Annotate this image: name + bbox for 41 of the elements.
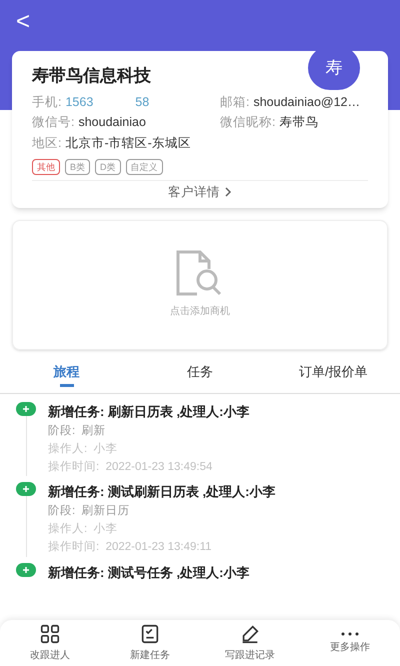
- field-value: shoudainiao: [78, 114, 146, 132]
- tab[interactable]: 订单/报价单: [266, 362, 400, 393]
- event-detail: 操作时间: 2022-01-23 13:49:54: [48, 460, 214, 475]
- event-detail: 操作人: 小李: [48, 522, 119, 537]
- plus-icon: [16, 402, 36, 416]
- more-icon: [339, 631, 361, 637]
- chevron-right-icon: [224, 187, 232, 198]
- checklist-icon: [139, 623, 161, 645]
- tab[interactable]: 任务: [133, 362, 267, 393]
- field-label: 地区:: [32, 135, 62, 152]
- event-detail: 操作时间: 2022-01-23 13:49:11: [48, 540, 213, 556]
- field-label: 手机:: [32, 94, 62, 110]
- nav-button[interactable]: 改跟进人: [0, 620, 100, 666]
- event-title: 新增任务: 测试号任务 ,处理人:小李: [48, 564, 250, 582]
- plus-icon: [16, 562, 36, 576]
- event-detail: 阶段: 刷新日历: [48, 503, 131, 519]
- back-button[interactable]: <: [16, 10, 30, 34]
- phone-number[interactable]: 58: [135, 92, 150, 112]
- plus-icon: [16, 482, 36, 496]
- customer-detail-link[interactable]: 客户详情: [168, 182, 232, 202]
- field-value: 寿带鸟: [279, 114, 318, 132]
- nav-button[interactable]: 更多操作: [300, 620, 400, 666]
- tag: 其他: [32, 158, 60, 175]
- event-detail: 操作人: 小李: [48, 442, 119, 457]
- tag: B类: [65, 158, 90, 175]
- event-title: 新增任务: 刷新日历表 ,处理人:小李: [48, 403, 250, 421]
- tag: 自定义: [126, 158, 163, 175]
- field-label: 邮箱:: [220, 94, 250, 110]
- tab[interactable]: 旅程: [0, 362, 134, 393]
- event-detail: 阶段: 刷新: [48, 423, 107, 438]
- nav-button[interactable]: 新建任务: [100, 620, 200, 666]
- tag: D类: [95, 158, 121, 175]
- field-value: 北京市-市辖区-东城区: [65, 135, 191, 152]
- nav-button[interactable]: 写跟进记录: [200, 620, 300, 666]
- company-name: 寿带鸟信息科技: [32, 65, 151, 87]
- field-label: 微信昵称:: [220, 114, 276, 132]
- phone-number[interactable]: 1563: [65, 92, 94, 112]
- field-value: shoudainiao@12…: [253, 94, 360, 110]
- grid-icon: [39, 623, 61, 645]
- field-label: 微信号:: [32, 114, 74, 132]
- event-title: 新增任务: 测试刷新日历表 ,处理人:小李: [48, 483, 276, 502]
